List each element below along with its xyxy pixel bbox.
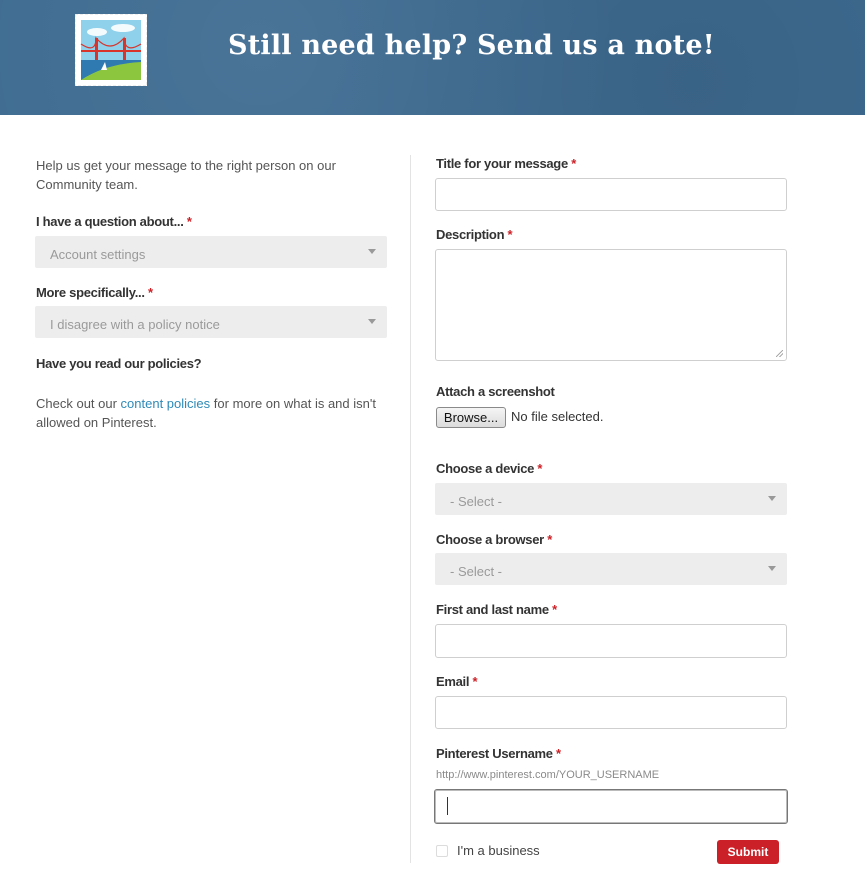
topic-select[interactable]: Account settings: [35, 236, 387, 268]
bridge-stamp-icon: [75, 14, 147, 86]
device-label-text: Choose a device: [436, 461, 535, 476]
business-checkbox[interactable]: [436, 845, 448, 857]
description-textarea[interactable]: [435, 249, 787, 361]
content-policies-link[interactable]: content policies: [121, 396, 211, 411]
chevron-down-icon: [368, 319, 376, 324]
browse-button[interactable]: Browse...: [436, 407, 506, 428]
required-marker: *: [147, 285, 153, 300]
browser-label-text: Choose a browser: [436, 532, 544, 547]
title-label-text: Title for your message: [436, 156, 568, 171]
specific-label: More specifically... *: [36, 285, 153, 300]
browser-label: Choose a browser *: [436, 532, 552, 547]
text-caret: [447, 797, 448, 815]
device-label: Choose a device *: [436, 461, 542, 476]
required-marker: *: [547, 532, 552, 547]
title-label: Title for your message *: [436, 156, 576, 171]
attach-label: Attach a screenshot: [436, 384, 555, 399]
title-input[interactable]: [435, 178, 787, 211]
email-label: Email *: [436, 674, 478, 689]
chevron-down-icon: [368, 249, 376, 254]
description-label: Description *: [436, 227, 513, 242]
required-marker: *: [537, 461, 543, 476]
required-marker: *: [571, 156, 576, 171]
required-marker: *: [507, 227, 513, 242]
chevron-down-icon: [768, 496, 776, 501]
page-header: Still need help? Send us a note!: [0, 0, 865, 115]
browser-select-value: - Select -: [450, 564, 503, 579]
description-label-text: Description: [436, 227, 505, 242]
required-marker: *: [556, 746, 561, 761]
policies-text: Check out our content policies for more …: [36, 394, 386, 432]
email-input[interactable]: [435, 696, 787, 729]
required-marker: *: [472, 674, 478, 689]
required-marker: *: [186, 214, 192, 229]
name-label: First and last name *: [436, 602, 557, 617]
username-label: Pinterest Username *: [436, 746, 561, 761]
email-label-text: Email: [436, 674, 470, 689]
resize-handle-icon[interactable]: [776, 350, 783, 357]
specific-select-value: I disagree with a policy notice: [50, 317, 220, 332]
policies-text-before: Check out our: [36, 396, 121, 411]
topic-label: I have a question about... *: [36, 214, 192, 229]
specific-label-text: More specifically...: [36, 285, 145, 300]
required-marker: *: [552, 602, 557, 617]
policies-heading: Have you read our policies?: [36, 356, 202, 371]
username-hint: http://www.pinterest.com/YOUR_USERNAME: [436, 769, 660, 781]
username-label-text: Pinterest Username: [436, 746, 553, 761]
submit-button[interactable]: Submit: [717, 840, 779, 864]
chevron-down-icon: [768, 566, 776, 571]
name-input[interactable]: [435, 624, 787, 658]
username-input[interactable]: [434, 789, 788, 824]
browser-select[interactable]: - Select -: [435, 553, 787, 585]
file-status: No file selected.: [511, 409, 604, 424]
device-select[interactable]: - Select -: [435, 483, 787, 515]
page-title: Still need help? Send us a note!: [228, 30, 715, 61]
intro-text: Help us get your message to the right pe…: [36, 158, 336, 192]
column-divider: [410, 155, 411, 863]
topic-select-value: Account settings: [50, 247, 146, 262]
name-label-text: First and last name: [436, 602, 549, 617]
business-checkbox-label[interactable]: I'm a business: [457, 843, 540, 858]
topic-label-text: I have a question about...: [36, 214, 184, 229]
device-select-value: - Select -: [450, 494, 503, 509]
specific-select[interactable]: I disagree with a policy notice: [35, 306, 387, 338]
